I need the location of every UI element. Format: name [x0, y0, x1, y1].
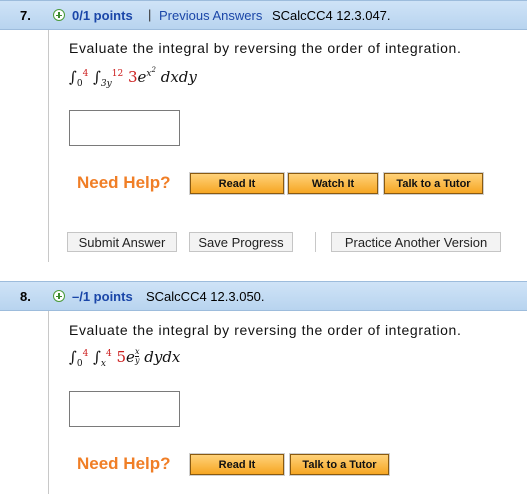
answer-input[interactable]	[69, 110, 180, 146]
integrand-coefficient: 5	[116, 348, 127, 366]
read-it-button[interactable]: Read It	[189, 453, 285, 476]
outer-upper-limit: 4	[82, 349, 89, 359]
question-7-header: 7. 0/1 points | Previous Answers SCalcCC…	[0, 0, 527, 30]
outer-lower-limit: 0	[76, 359, 83, 369]
integral-expression: ∫04 ∫x4 5e x y dydx	[69, 348, 181, 370]
question-prompt: Evaluate the integral by reversing the o…	[69, 40, 462, 56]
action-separator	[315, 232, 316, 252]
integrand-exponent-power: 2	[151, 66, 156, 74]
need-help-label: Need Help?	[77, 173, 171, 192]
differentials: dydx	[144, 348, 181, 366]
integral-sign: ∫	[93, 348, 101, 366]
previous-answers-link[interactable]: Previous Answers	[159, 8, 262, 23]
problem-code: SCalcCC4 12.3.047.	[272, 8, 391, 23]
practice-another-version-button[interactable]: Practice Another Version	[331, 232, 501, 252]
outer-upper-limit: 4	[82, 69, 89, 79]
question-number: 8.	[20, 289, 31, 304]
integrand-base: e	[126, 348, 135, 366]
points-link[interactable]: 0/1 points	[72, 8, 133, 23]
need-help-label: Need Help?	[77, 454, 171, 473]
answer-input[interactable]	[69, 391, 180, 427]
header-separator: |	[148, 7, 152, 22]
save-progress-button[interactable]: Save Progress	[189, 232, 293, 252]
question-8-header: 8. –/1 points SCalcCC4 12.3.050.	[0, 281, 527, 311]
question-8-body: Evaluate the integral by reversing the o…	[48, 311, 527, 494]
inner-lower-limit: x	[100, 359, 106, 369]
integrand-coefficient: 3	[127, 68, 138, 86]
inner-lower-limit: 3y	[100, 79, 112, 89]
differentials: dxdy	[160, 68, 197, 86]
read-it-button[interactable]: Read It	[189, 172, 285, 195]
points-link[interactable]: –/1 points	[72, 289, 133, 304]
problem-code: SCalcCC4 12.3.050.	[146, 289, 265, 304]
submit-answer-button[interactable]: Submit Answer	[67, 232, 177, 252]
inner-upper-limit: 4	[105, 349, 112, 359]
plus-circle-icon[interactable]	[53, 290, 65, 302]
question-number: 7.	[20, 8, 31, 23]
integral-sign: ∫	[69, 348, 77, 366]
outer-lower-limit: 0	[76, 79, 83, 89]
talk-to-tutor-button[interactable]: Talk to a Tutor	[383, 172, 484, 195]
question-prompt: Evaluate the integral by reversing the o…	[69, 322, 462, 338]
plus-circle-icon[interactable]	[53, 9, 65, 21]
watch-it-button[interactable]: Watch It	[287, 172, 379, 195]
integral-sign: ∫	[93, 68, 101, 86]
integral-expression: ∫04 ∫3y12 3ex2 dxdy	[69, 66, 197, 89]
integrand-exponent-denominator: y	[134, 356, 140, 365]
integral-sign: ∫	[69, 68, 77, 86]
talk-to-tutor-button[interactable]: Talk to a Tutor	[289, 453, 390, 476]
inner-upper-limit: 12	[111, 69, 124, 79]
question-7-body: Evaluate the integral by reversing the o…	[48, 30, 527, 262]
